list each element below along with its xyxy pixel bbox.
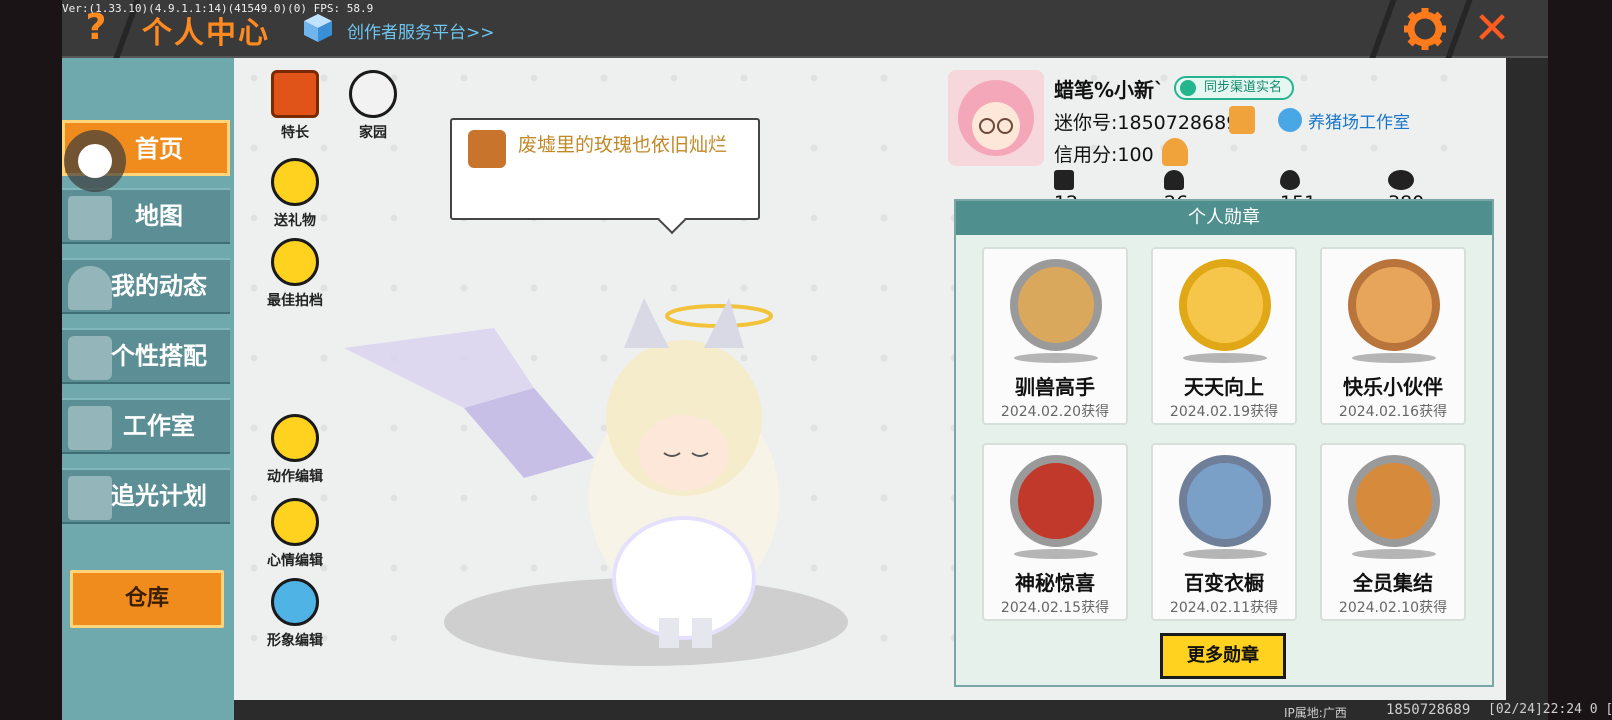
close-icon: ✕ (1473, 3, 1511, 54)
sidebar-item-label: 工作室 (123, 412, 195, 440)
medal-badge-icon (1179, 455, 1271, 547)
realname-badge[interactable]: 同步渠道实名 (1174, 76, 1295, 100)
credit-score: 信用分:100 (1054, 144, 1154, 166)
divider (1369, 0, 1397, 58)
sidebar-item-outfit[interactable]: 个性搭配 (62, 328, 230, 384)
medal-card[interactable]: 快乐小伙伴 2024.02.16获得 (1320, 247, 1466, 425)
footer-timestamp: [02/24]22:24 0 [5 (1488, 702, 1612, 717)
sidebar-item-light-plan[interactable]: 追光计划 (62, 468, 230, 524)
medal-date: 2024.02.10获得 (1338, 600, 1448, 616)
specialty-button[interactable]: 特长 (262, 70, 328, 142)
home-garden-button[interactable]: 家园 (340, 70, 406, 142)
specialty-label: 特长 (281, 125, 309, 141)
profile-face-icon (958, 80, 1034, 156)
plus-square-icon (1054, 170, 1074, 190)
mood-text: 废墟里的玫瑰也依旧灿烂 (518, 134, 728, 156)
sidebar-item-label: 追光计划 (111, 482, 207, 510)
mood-edit-button[interactable]: 心情编辑 (258, 498, 332, 570)
medal-name: 快乐小伙伴 (1343, 375, 1443, 399)
medal-panel: 个人勋章 驯兽高手 2024.02.20获得 天天向上 2024.02.19获得 快乐小… (954, 199, 1494, 687)
mood-edit-label: 心情编辑 (267, 553, 323, 569)
gift-icon (271, 158, 319, 206)
medal-date: 2024.02.20获得 (1000, 404, 1110, 420)
medal-pedestal (1183, 549, 1267, 559)
look-edit-label: 形象编辑 (267, 633, 323, 649)
medal-card[interactable]: 神秘惊喜 2024.02.15获得 (982, 443, 1128, 621)
mood-emoji-icon (468, 130, 506, 168)
specialty-icon (271, 70, 319, 118)
outfit-icon (271, 578, 319, 626)
medal-pedestal (1014, 549, 1098, 559)
action-icon (271, 414, 319, 462)
medal-badge-icon (1348, 455, 1440, 547)
sidebar-item-map[interactable]: 地图 (62, 188, 230, 244)
close-button[interactable]: ✕ (1466, 4, 1518, 54)
send-gift-button[interactable]: 送礼物 (262, 158, 328, 230)
medal-date: 2024.02.11获得 (1169, 600, 1279, 616)
avatar[interactable] (948, 70, 1044, 166)
medal-date: 2024.02.16获得 (1338, 404, 1448, 420)
ip-location: IP属地:广西 (1284, 706, 1347, 720)
cube-icon (304, 14, 332, 42)
gear-icon[interactable] (1402, 6, 1448, 52)
mini-id: 迷你号:1850728689 (1054, 112, 1239, 134)
medal-badge-icon (1010, 259, 1102, 351)
mood-speech-bubble: 废墟里的玫瑰也依旧灿烂 (450, 118, 760, 220)
warehouse-button[interactable]: 仓库 (70, 570, 224, 628)
medal-pedestal (1352, 549, 1436, 559)
credit-user-icon[interactable] (1162, 138, 1188, 166)
nickname: 蜡笔%小新` (1054, 78, 1165, 102)
look-edit-button[interactable]: 形象编辑 (258, 578, 332, 650)
edit-pencil-icon (271, 498, 319, 546)
medal-card[interactable]: 全员集结 2024.02.10获得 (1320, 443, 1466, 621)
medal-card[interactable]: 天天向上 2024.02.19获得 (1151, 247, 1297, 425)
medal-card[interactable]: 百变衣橱 2024.02.11获得 (1151, 443, 1297, 621)
house-icon (349, 70, 397, 118)
medal-name: 神秘惊喜 (1015, 571, 1095, 595)
medal-pedestal (1014, 353, 1098, 363)
medal-name: 驯兽高手 (1015, 375, 1095, 399)
medal-date: 2024.02.15获得 (1000, 600, 1110, 616)
medal-badge-icon (1010, 455, 1102, 547)
sidebar-item-studio[interactable]: 工作室 (62, 398, 230, 454)
character-avatar[interactable] (334, 288, 894, 648)
best-partner-button[interactable]: 最佳拍档 (258, 238, 332, 310)
more-medals-button[interactable]: 更多勋章 (1160, 633, 1286, 679)
medal-name: 全员集结 (1353, 571, 1433, 595)
main-content: 特长 家园 送礼物 最佳拍档 动作编辑 心情编辑 形象编辑 废墟里的玫瑰也依旧灿… (234, 58, 1506, 700)
action-edit-button[interactable]: 动作编辑 (258, 414, 332, 486)
medal-pedestal (1183, 353, 1267, 363)
send-gift-label: 送礼物 (274, 213, 316, 229)
home-garden-label: 家园 (359, 125, 387, 141)
sidebar-item-label: 地图 (135, 202, 183, 230)
medal-badge-icon (1179, 259, 1271, 351)
action-edit-label: 动作编辑 (267, 469, 323, 485)
medal-card[interactable]: 驯兽高手 2024.02.20获得 (982, 247, 1128, 425)
sidebar-item-label: 个性搭配 (111, 342, 207, 370)
fire-icon (1280, 170, 1300, 190)
medal-pedestal (1352, 353, 1436, 363)
fans-icon (1164, 170, 1184, 190)
map-icon (68, 196, 112, 240)
medal-name: 百变衣橱 (1184, 571, 1264, 595)
heart-icon (1388, 170, 1414, 190)
creator-platform-link[interactable]: 创作者服务平台>> (347, 18, 495, 43)
medal-panel-title: 个人勋章 (956, 201, 1492, 235)
copy-icon[interactable] (1229, 106, 1255, 134)
sidebar-item-activity[interactable]: 我的动态 (62, 258, 230, 314)
footer-user-id: 1850728689 (1386, 702, 1471, 718)
handshake-icon (271, 238, 319, 286)
debug-overlay: Ver:(1.33.10)(4.9.1.1:14)(41549.0)(0) FP… (62, 2, 374, 15)
studio-link[interactable]: 养猪场工作室 (1278, 108, 1410, 133)
best-partner-label: 最佳拍档 (267, 293, 323, 309)
floating-assist-button[interactable] (64, 130, 126, 192)
sidebar-item-label: 我的动态 (111, 272, 207, 300)
medal-name: 天天向上 (1184, 375, 1264, 399)
medal-date: 2024.02.19获得 (1169, 404, 1279, 420)
medal-badge-icon (1348, 259, 1440, 351)
